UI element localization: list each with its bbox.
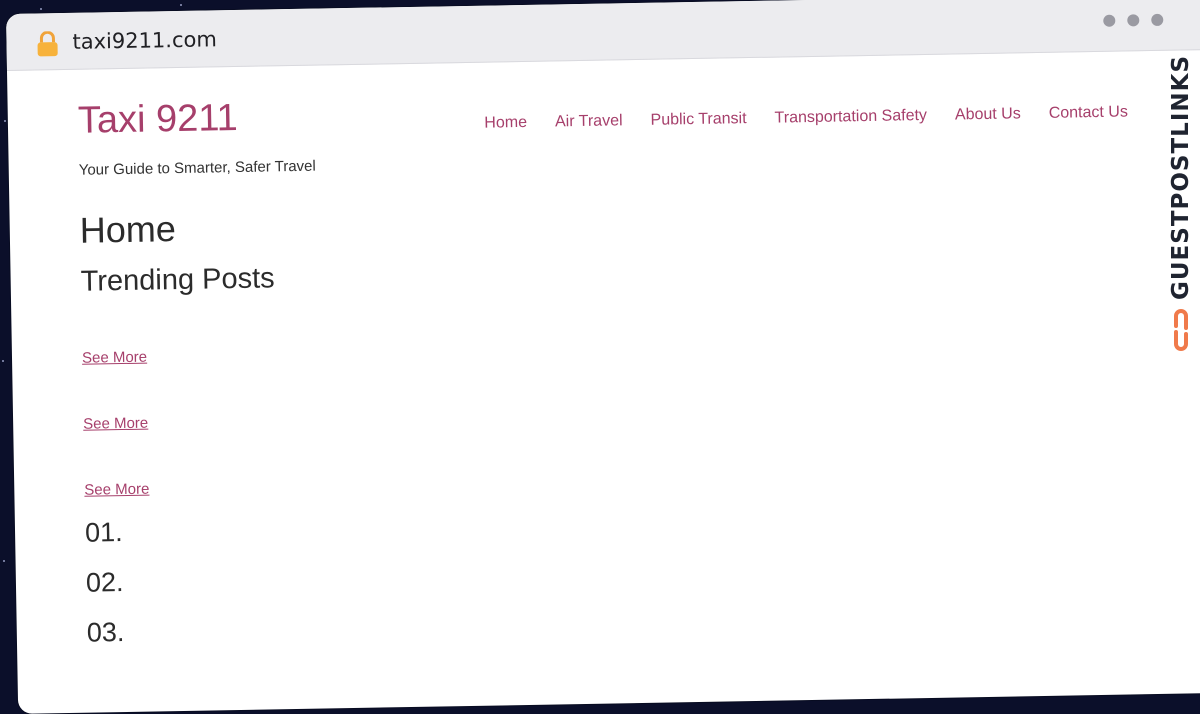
see-more-link[interactable]: See More [82,349,147,367]
list-number: 02. [85,567,124,598]
browser-window: taxi9211.com Taxi 9211 Your Guide to Sma… [6,0,1200,714]
url-text[interactable]: taxi9211.com [72,27,217,54]
see-more-link[interactable]: See More [84,481,149,499]
window-controls [1103,13,1164,27]
site-tagline: Your Guide to Smarter, Safer Travel [78,157,316,179]
list-number: 03. [86,617,125,648]
window-dot-icon[interactable] [1151,13,1164,27]
nav-air-travel[interactable]: Air Travel [555,112,623,131]
nav-home[interactable]: Home [484,114,527,133]
nav-public-transit[interactable]: Public Transit [650,110,746,130]
chain-link-icon [1174,309,1188,351]
list-number: 01. [84,517,123,548]
site-title[interactable]: Taxi 9211 [78,97,239,143]
see-more-link[interactable]: See More [83,415,148,433]
nav-about-us[interactable]: About Us [955,105,1021,124]
section-title-trending: Trending Posts [80,262,275,298]
page-title: Home [79,208,177,251]
nav-transportation-safety[interactable]: Transportation Safety [774,107,927,128]
main-nav: Home Air Travel Public Transit Transport… [484,103,1128,132]
guestpostlinks-logo-text: GUESTPOSTLINKS [1168,54,1194,300]
nav-contact-us[interactable]: Contact Us [1049,103,1128,122]
window-dot-icon[interactable] [1127,14,1140,27]
lock-icon [37,31,58,57]
window-dot-icon[interactable] [1103,14,1116,27]
web-page: Taxi 9211 Your Guide to Smarter, Safer T… [7,50,1200,711]
